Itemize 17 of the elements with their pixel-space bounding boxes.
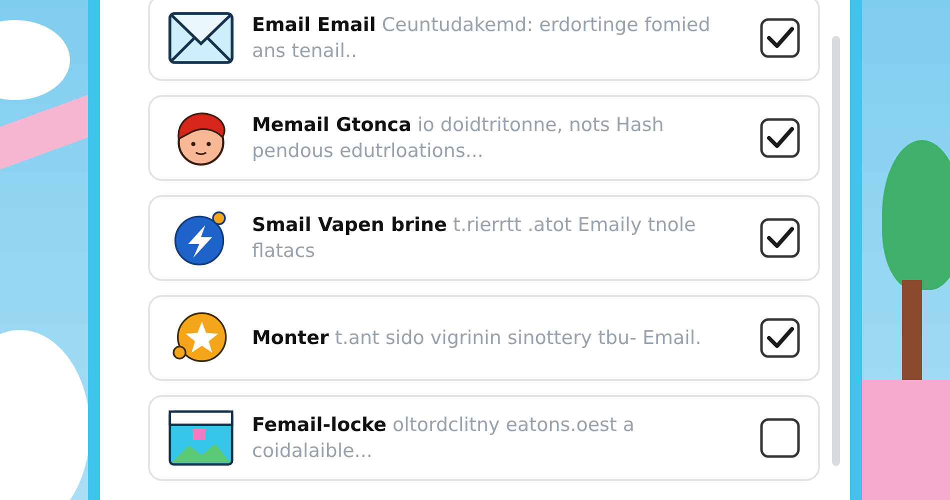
list-item-card[interactable]: Femail-locke oltordclitny eatons.oest a coidalaible... xyxy=(148,395,820,481)
checkbox[interactable] xyxy=(760,418,800,458)
list-item-card[interactable]: Memail Gtonca io doidtritonne, nots Hash pendous edutrloations... xyxy=(148,95,820,181)
item-text: Femail-locke oltordclitny eatons.oest a coidalaible... xyxy=(252,413,636,464)
item-text: Smail Vapen brine t.rierrtt .atot Emaily tnole flatacs xyxy=(252,213,697,264)
checkbox[interactable] xyxy=(760,318,800,358)
item-text: Email Email Ceuntudakemd: erdortinge fomied ans tenail.. xyxy=(252,13,712,64)
checkbox[interactable] xyxy=(760,18,800,58)
item-text: Monter t.ant sido vigrinin sinottery tbu- Email. xyxy=(252,326,702,351)
checkbox[interactable] xyxy=(760,218,800,258)
list-item-card[interactable]: Smail Vapen brine t.rierrtt .atot Emaily tnole flatacs xyxy=(148,195,820,281)
image-icon xyxy=(168,408,234,468)
item-text: Memail Gtonca io doidtritonne, nots Hash pendous edutrloations... xyxy=(252,113,665,164)
list-item-card[interactable]: Email Email Ceuntudakemd: erdortinge fomied ans tenail.. xyxy=(148,0,820,81)
checkbox[interactable] xyxy=(760,118,800,158)
scrollbar[interactable] xyxy=(832,36,840,466)
list-item-card[interactable]: Monter t.ant sido vigrinin sinottery tbu- Email. xyxy=(148,295,820,381)
